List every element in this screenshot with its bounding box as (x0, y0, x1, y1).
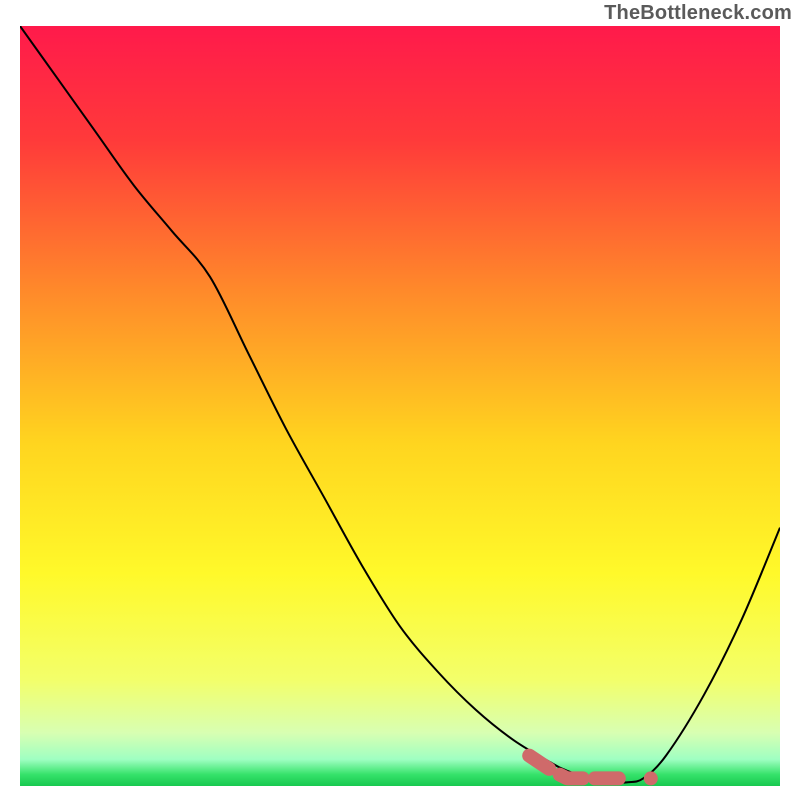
gradient-background (20, 26, 780, 786)
chart-container: TheBottleneck.com (0, 0, 800, 800)
plot-area (20, 26, 780, 786)
chart-svg (20, 26, 780, 786)
optimal-point-dot (644, 771, 658, 785)
watermark-label: TheBottleneck.com (604, 2, 792, 25)
